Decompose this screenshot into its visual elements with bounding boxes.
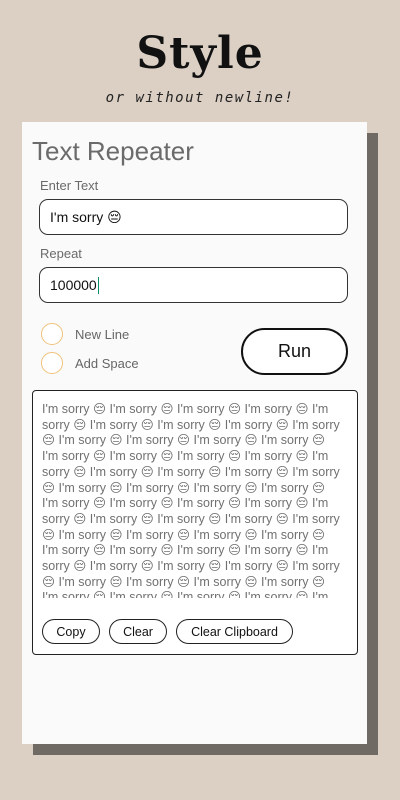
promo-subline: or without newline! [105,90,295,106]
copy-button[interactable]: Copy [42,619,100,644]
new-line-option[interactable]: New Line [41,323,129,345]
output-text: I'm sorry 😔 I'm sorry 😔 I'm sorry 😔 I'm … [42,402,340,598]
repeat-value: 100000 [50,277,97,293]
app-screen: Text Repeater Enter Text I'm sorry 😔 Rep… [22,122,367,744]
enter-text-input[interactable]: I'm sorry 😔 [39,199,348,235]
promo-headline: Style [136,28,264,79]
clear-clipboard-button[interactable]: Clear Clipboard [176,619,293,644]
add-space-radio[interactable] [41,352,63,374]
repeat-label: Repeat [40,246,82,261]
text-caret [97,276,99,294]
new-line-label: New Line [75,326,130,342]
repeat-input[interactable]: 100000 [39,267,348,303]
enter-text-value: I'm sorry 😔 [50,208,122,225]
app-title: Text Repeater [32,136,194,166]
output-box: I'm sorry 😔 I'm sorry 😔 I'm sorry 😔 I'm … [32,390,358,655]
add-space-option[interactable]: Add Space [41,352,139,374]
run-button[interactable]: Run [241,328,348,375]
enter-text-label: Enter Text [40,178,99,193]
new-line-radio[interactable] [41,323,63,345]
clear-button[interactable]: Clear [109,619,167,644]
add-space-label: Add Space [75,355,139,371]
